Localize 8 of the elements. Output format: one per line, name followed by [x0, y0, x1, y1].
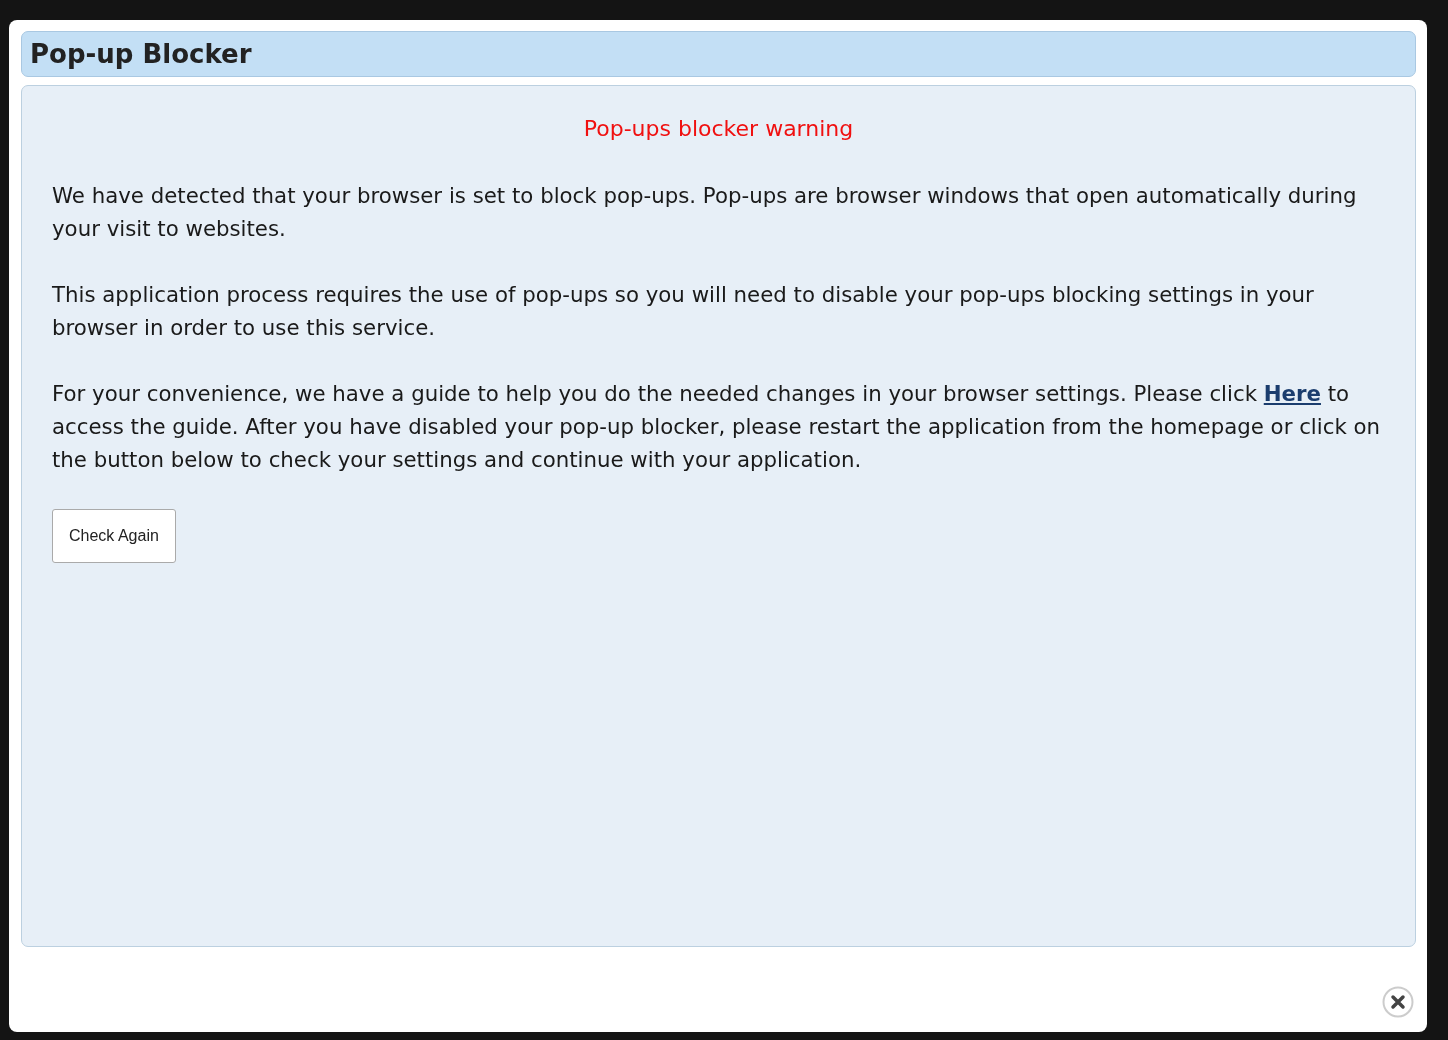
paragraph: For your convenience, we have a guide to help you do the needed changes in your browser settings. Please click Here to access the guide. After you have disabled your pop-up blocker, please restart the application from the homepage or click on the button below to check your settings and continue with your application. [52, 380, 1382, 474]
warning-heading: Pop-ups blocker warning [582, 116, 855, 141]
paragraph: We have detected that your browser is set to block pop-ups. Pop-ups are browser windows that open automatically during your visit to websites. [52, 182, 1358, 243]
check-again-button[interactable]: Check Again [52, 509, 176, 563]
dialog-title: Pop-up Blocker [21, 31, 1416, 77]
close-icon[interactable] [1382, 986, 1414, 1018]
guide-link[interactable]: Here [1263, 381, 1321, 406]
paragraph: This application process requires the use of pop-ups so you will need to disable your pop-ups blocking settings in your browser in order to use this service. [52, 281, 1315, 342]
